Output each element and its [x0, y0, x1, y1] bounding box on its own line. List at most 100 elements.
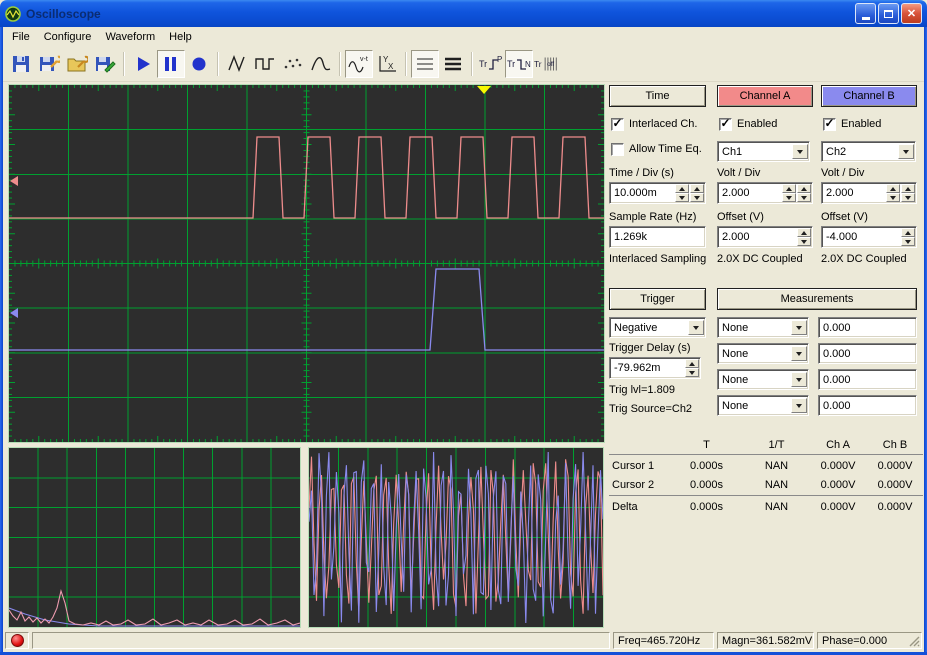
svg-text:X: X — [388, 62, 394, 71]
pause-button[interactable] — [157, 49, 185, 78]
channel-b-enabled-checkbox[interactable] — [823, 117, 836, 131]
trigger-mode-select[interactable]: Negative — [609, 317, 706, 338]
spectrum-display[interactable] — [8, 447, 301, 628]
menu-file[interactable]: File — [6, 29, 38, 45]
spin-up-fine[interactable] — [690, 184, 704, 193]
close-icon — [907, 7, 916, 20]
channel-a-enabled-checkbox[interactable] — [719, 117, 732, 131]
channel-b-source-select[interactable]: Ch2 — [821, 141, 916, 162]
menu-help[interactable]: Help — [163, 29, 200, 45]
channel-b-enabled-row[interactable]: Enabled — [823, 117, 881, 131]
measurement-select-2[interactable]: None — [717, 343, 809, 364]
spin-down-coarse[interactable] — [886, 193, 900, 202]
trigger-off-button[interactable]: Tr off — [533, 50, 561, 78]
xy-icon: Y X — [379, 55, 396, 72]
export-button[interactable] — [91, 50, 119, 78]
xy-view-button[interactable]: Y X — [373, 50, 401, 78]
allow-time-eq-row[interactable]: Allow Time Eq. — [611, 142, 702, 156]
spin-up[interactable] — [901, 228, 915, 237]
spin-down[interactable] — [685, 368, 699, 377]
spin-up-fine[interactable] — [797, 184, 811, 193]
trigger-negative-button[interactable]: Tr N — [505, 49, 533, 78]
cursor2-t: 0.000s — [689, 478, 724, 491]
vt-view-button[interactable]: v-t — [345, 49, 373, 78]
maximize-button[interactable] — [878, 3, 899, 24]
record-button[interactable] — [185, 50, 213, 78]
record-icon — [192, 57, 206, 70]
measurement-select-4[interactable]: None — [717, 395, 809, 416]
measurement-select-3[interactable]: None — [717, 369, 809, 390]
spin-down-coarse[interactable] — [675, 193, 689, 202]
play-icon — [138, 56, 150, 71]
allow-time-eq-checkbox[interactable] — [611, 142, 624, 156]
title-bar[interactable]: Oscilloscope — [0, 0, 927, 27]
dot-style-button[interactable] — [279, 50, 307, 78]
trigger-panel-button[interactable]: Trigger — [609, 288, 706, 310]
cursor2-label: Cursor 2 — [612, 478, 655, 491]
offset-b-input[interactable]: -4.000 — [821, 226, 917, 248]
svg-text:off: off — [547, 60, 554, 67]
main-scope-canvas — [9, 85, 604, 442]
play-button[interactable] — [129, 50, 157, 78]
measurements-panel-button[interactable]: Measurements — [717, 288, 917, 310]
chevron-down-icon[interactable] — [791, 320, 807, 335]
open-config-button[interactable] — [63, 50, 91, 78]
record-indicator-panel — [5, 632, 29, 649]
save-button[interactable] — [7, 50, 35, 78]
channel-a-source-select[interactable]: Ch1 — [717, 141, 810, 162]
main-scope-display[interactable] — [8, 84, 605, 443]
measurement-select-4-value: None — [722, 399, 749, 412]
trigger-positive-button[interactable]: Tr P — [477, 50, 505, 78]
spin-up-coarse[interactable] — [782, 184, 796, 193]
spin-down-fine[interactable] — [690, 193, 704, 202]
minimize-button[interactable] — [855, 3, 876, 24]
chevron-down-icon[interactable] — [791, 346, 807, 361]
thick-lines-button[interactable] — [439, 50, 467, 78]
save-config-button[interactable] — [35, 50, 63, 78]
menu-configure[interactable]: Configure — [38, 29, 100, 45]
chevron-down-icon[interactable] — [688, 320, 704, 335]
chevron-down-icon[interactable] — [791, 372, 807, 387]
trigger-delay-input[interactable]: -79.962m — [609, 357, 701, 379]
spin-down[interactable] — [901, 237, 915, 246]
spin-down-fine[interactable] — [797, 193, 811, 202]
buffer-canvas — [309, 448, 603, 627]
time-panel-button[interactable]: Time — [609, 85, 706, 107]
measurement-select-1[interactable]: None — [717, 317, 809, 338]
volt-div-b-input[interactable]: 2.000 — [821, 182, 917, 204]
spin-up-coarse[interactable] — [675, 184, 689, 193]
spin-up[interactable] — [685, 359, 699, 368]
curve-icon — [311, 56, 331, 70]
step-wave-icon — [255, 57, 274, 70]
thin-lines-button[interactable] — [411, 49, 439, 78]
line-style-button[interactable] — [223, 50, 251, 78]
channel-b-button[interactable]: Channel B — [821, 85, 917, 107]
interlaced-checkbox-row[interactable]: Interlaced Ch. — [611, 117, 697, 131]
phase-readout-panel: Phase=0.000 — [817, 632, 922, 649]
offset-a-input[interactable]: 2.000 — [717, 226, 813, 248]
interlaced-checkbox[interactable] — [611, 117, 624, 131]
time-div-input[interactable]: 10.000m — [609, 182, 706, 204]
volt-div-a-label: Volt / Div — [717, 167, 761, 179]
offset-a-label: Offset (V) — [717, 211, 764, 223]
interlaced-label: Interlaced Ch. — [629, 118, 698, 130]
buffer-display[interactable] — [308, 447, 604, 628]
resize-grip-icon[interactable] — [908, 635, 921, 648]
close-button[interactable] — [901, 3, 922, 24]
spin-down-coarse[interactable] — [782, 193, 796, 202]
chevron-down-icon[interactable] — [792, 144, 808, 159]
spin-down[interactable] — [797, 237, 811, 246]
spin-up-fine[interactable] — [901, 184, 915, 193]
channel-a-button[interactable]: Channel A — [717, 85, 813, 107]
chevron-down-icon[interactable] — [791, 398, 807, 413]
menu-waveform[interactable]: Waveform — [99, 29, 163, 45]
channel-a-enabled-row[interactable]: Enabled — [719, 117, 777, 131]
smooth-style-button[interactable] — [307, 50, 335, 78]
spin-down-fine[interactable] — [901, 193, 915, 202]
volt-div-a-input[interactable]: 2.000 — [717, 182, 813, 204]
spin-up[interactable] — [797, 228, 811, 237]
spin-up-coarse[interactable] — [886, 184, 900, 193]
divider — [609, 495, 923, 496]
chevron-down-icon[interactable] — [898, 144, 914, 159]
step-style-button[interactable] — [251, 50, 279, 78]
